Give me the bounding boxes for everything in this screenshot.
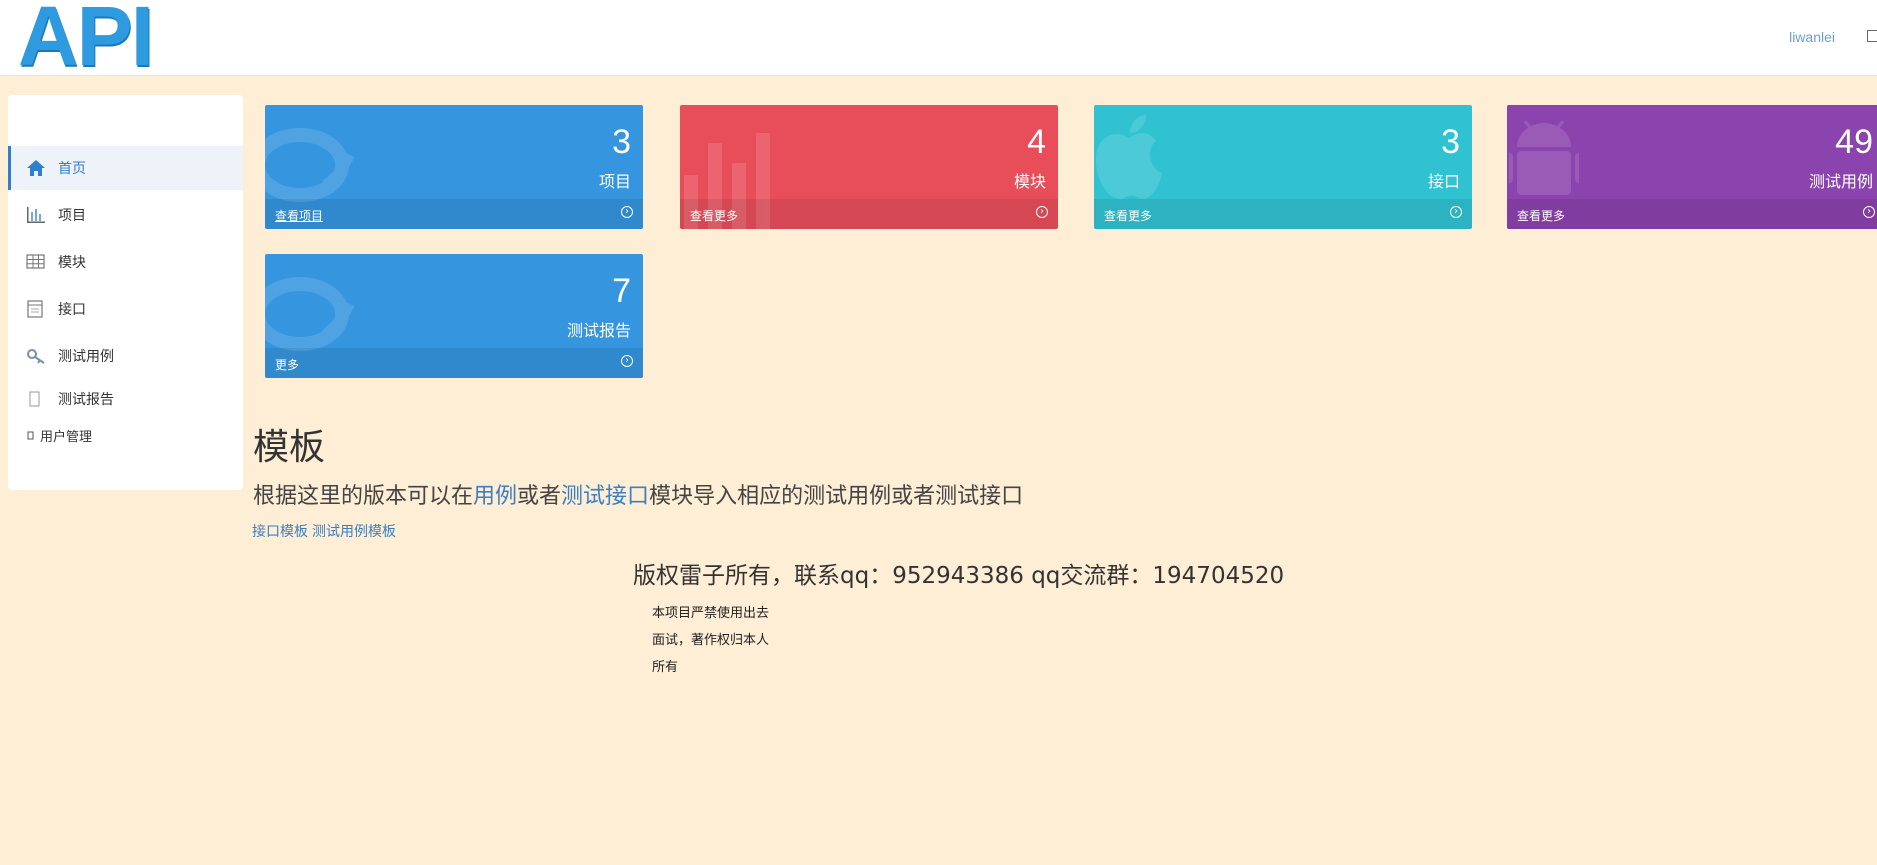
home-icon (27, 160, 45, 176)
notice-line: 面试，著作权归本人 (652, 633, 770, 648)
card-footer: 查看更多 › (1094, 199, 1472, 229)
notice-line: 本项目严禁使用出去 (652, 606, 770, 621)
sidebar-item-test-cases[interactable]: 测试用例 (8, 334, 243, 378)
description-text: 根据这里的版本可以在 (253, 484, 474, 509)
interface-template-link[interactable]: 接口模板 (252, 524, 308, 540)
arrow-circle-icon[interactable]: › (1863, 206, 1875, 218)
document-icon (29, 391, 40, 407)
arrow-circle-icon[interactable]: › (621, 355, 633, 367)
stat-card-modules[interactable]: 4 模块 查看更多 › (680, 105, 1058, 229)
window-icon (27, 300, 43, 318)
sidebar-item-label: 用户管理 (40, 429, 93, 445)
sidebar-item-label: 测试报告 (58, 392, 114, 408)
key-icon (27, 349, 45, 364)
card-label: 测试报告 (566, 321, 631, 340)
card-label: 模块 (1013, 172, 1046, 191)
sidebar-item-home[interactable]: 首页 (8, 146, 243, 190)
arrow-circle-icon[interactable]: › (621, 206, 633, 218)
card-label: 测试用例 (1808, 172, 1873, 191)
card-count: 7 (612, 272, 631, 310)
sidebar-item-projects[interactable]: 项目 (8, 193, 243, 237)
stat-card-interfaces[interactable]: 3 接口 查看更多 › (1094, 105, 1472, 229)
arrow-circle-icon[interactable]: › (1450, 206, 1462, 218)
card-label: 项目 (598, 172, 631, 191)
notice-text: 本项目严禁使用出去 面试，著作权归本人 所有 (652, 600, 802, 681)
card-link[interactable]: 查看更多 (690, 207, 738, 224)
sidebar-item-user-management[interactable]: 用户管理 (8, 418, 243, 452)
logo[interactable]: API (18, 0, 154, 78)
card-count: 3 (1441, 123, 1460, 161)
logout-icon[interactable] (1867, 30, 1877, 42)
card-footer: 查看更多 › (1507, 199, 1877, 229)
description-text: 或者 (517, 484, 562, 509)
username-link[interactable]: liwanlei (1789, 29, 1835, 45)
stat-card-test-cases[interactable]: 49 测试用例 查看更多 › (1507, 105, 1877, 229)
card-count: 3 (612, 123, 631, 161)
sidebar-item-label: 接口 (58, 302, 86, 318)
template-section-title: 模板 (253, 427, 326, 468)
card-footer: 更多 › (265, 348, 643, 378)
android-icon (1509, 120, 1579, 195)
card-count: 4 (1027, 123, 1046, 161)
sidebar-item-label: 首页 (58, 161, 86, 177)
user-icon (27, 431, 34, 440)
test-interface-link[interactable]: 测试接口 (561, 484, 649, 509)
stat-card-test-reports[interactable]: 7 测试报告 更多 › (265, 254, 643, 378)
card-footer: 查看项目 › (265, 199, 643, 229)
test-case-template-link[interactable]: 测试用例模板 (312, 524, 396, 540)
copyright-text: 版权雷子所有，联系qq：952943386 qq交流群：194704520 (633, 563, 1285, 589)
card-link[interactable]: 查看更多 (1104, 207, 1152, 224)
template-description: 根据这里的版本可以在用例或者测试接口模块导入相应的测试用例或者测试接口 (253, 478, 1023, 510)
sidebar-item-interfaces[interactable]: 接口 (8, 287, 243, 331)
card-count: 49 (1835, 123, 1873, 161)
card-label: 接口 (1427, 172, 1460, 191)
sidebar-item-label: 测试用例 (58, 349, 114, 365)
top-bar: API liwanlei (0, 0, 1877, 78)
card-link[interactable]: 查看更多 (1517, 207, 1565, 224)
bar-chart-icon (27, 207, 45, 223)
template-links: 接口模板 测试用例模板 (252, 521, 400, 541)
test-case-link[interactable]: 用例 (473, 484, 517, 509)
arrow-circle-icon[interactable]: › (1036, 206, 1048, 218)
sidebar-item-label: 项目 (58, 208, 86, 224)
description-text: 模块导入相应的测试用例或者测试接口 (649, 484, 1024, 509)
sidebar-item-modules[interactable]: 模块 (8, 240, 243, 284)
card-link[interactable]: 更多 (275, 356, 299, 373)
stat-card-projects[interactable]: 3 项目 查看项目 › (265, 105, 643, 229)
sidebar: 首页 项目 模块 接口 测试用例 测试报告 用户管理 (8, 95, 243, 490)
apple-icon (1095, 115, 1162, 199)
sidebar-item-label: 模块 (58, 255, 86, 271)
card-link[interactable]: 查看项目 (275, 207, 323, 224)
notice-line: 所有 (652, 660, 679, 675)
table-icon (26, 254, 45, 269)
card-footer: 查看更多 › (680, 199, 1058, 229)
sidebar-item-test-reports[interactable]: 测试报告 (8, 377, 243, 421)
